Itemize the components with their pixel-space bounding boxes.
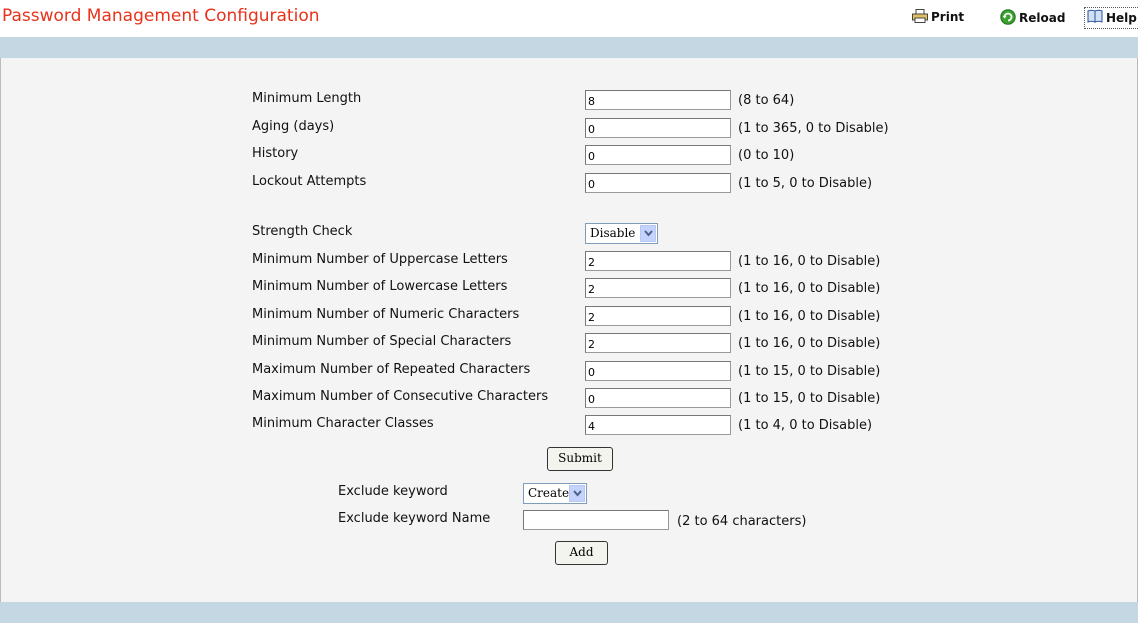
exclude-keyword-name-input[interactable]: [523, 510, 669, 530]
lowercase-hint: (1 to 16, 0 to Disable): [738, 281, 881, 296]
history-label: History: [252, 146, 299, 161]
minimum-length-hint: (8 to 64): [738, 93, 795, 108]
aging-input[interactable]: 0: [585, 118, 731, 138]
book-icon: [1087, 9, 1103, 29]
minimum-length-label: Minimum Length: [252, 91, 362, 106]
form-area: Minimum Length 8 (8 to 64) Aging (days) …: [0, 58, 1138, 602]
aging-label: Aging (days): [252, 119, 335, 134]
exclude-keyword-value: Create: [528, 486, 570, 500]
strength-check-value: Disable: [590, 226, 636, 240]
consecutive-hint: (1 to 15, 0 to Disable): [738, 391, 881, 406]
uppercase-hint: (1 to 16, 0 to Disable): [738, 254, 881, 269]
reload-label: Reload: [1019, 11, 1066, 25]
chevron-down-icon: [640, 225, 656, 242]
print-button[interactable]: Print: [912, 9, 964, 29]
lockout-attempts-label: Lockout Attempts: [252, 174, 367, 189]
character-classes-label: Minimum Character Classes: [252, 416, 434, 431]
uppercase-input[interactable]: 2: [585, 251, 731, 271]
special-label: Minimum Number of Special Characters: [252, 334, 512, 349]
header-bar: Password Management Configuration Print …: [0, 0, 1138, 37]
repeated-input[interactable]: 0: [585, 361, 731, 381]
submit-button[interactable]: Submit: [547, 447, 613, 471]
numeric-label: Minimum Number of Numeric Characters: [252, 307, 520, 322]
lockout-attempts-input[interactable]: 0: [585, 173, 731, 193]
help-label: Help: [1106, 11, 1137, 25]
printer-icon: [912, 9, 928, 26]
reload-button[interactable]: Reload: [1000, 9, 1065, 29]
exclude-keyword-name-hint: (2 to 64 characters): [677, 514, 807, 529]
consecutive-input[interactable]: 0: [585, 388, 731, 408]
uppercase-label: Minimum Number of Uppercase Letters: [252, 252, 508, 267]
numeric-hint: (1 to 16, 0 to Disable): [738, 309, 881, 324]
special-hint: (1 to 16, 0 to Disable): [738, 336, 881, 351]
page-title: Password Management Configuration: [2, 6, 320, 26]
help-button[interactable]: Help: [1084, 7, 1138, 29]
exclude-keyword-select[interactable]: Create: [523, 483, 587, 504]
lowercase-label: Minimum Number of Lowercase Letters: [252, 279, 508, 294]
special-input[interactable]: 2: [585, 333, 731, 353]
consecutive-label: Maximum Number of Consecutive Characters: [252, 389, 549, 404]
repeated-hint: (1 to 15, 0 to Disable): [738, 364, 881, 379]
character-classes-input[interactable]: 4: [585, 415, 731, 435]
exclude-keyword-label: Exclude keyword: [338, 484, 448, 499]
lockout-attempts-hint: (1 to 5, 0 to Disable): [738, 176, 873, 191]
add-button[interactable]: Add: [555, 541, 608, 565]
strength-check-select[interactable]: Disable: [585, 223, 658, 244]
bottom-divider-bar: [0, 602, 1138, 623]
character-classes-hint: (1 to 4, 0 to Disable): [738, 418, 873, 433]
top-divider-bar: [0, 37, 1138, 58]
repeated-label: Maximum Number of Repeated Characters: [252, 362, 531, 377]
history-input[interactable]: 0: [585, 145, 731, 165]
aging-hint: (1 to 365, 0 to Disable): [738, 121, 889, 136]
history-hint: (0 to 10): [738, 148, 795, 163]
reload-icon: [1000, 9, 1016, 28]
print-label: Print: [931, 10, 965, 24]
numeric-input[interactable]: 2: [585, 306, 731, 326]
lowercase-input[interactable]: 2: [585, 278, 731, 298]
chevron-down-icon: [569, 485, 585, 502]
minimum-length-input[interactable]: 8: [585, 90, 731, 110]
strength-check-label: Strength Check: [252, 224, 353, 239]
exclude-keyword-name-label: Exclude keyword Name: [338, 511, 491, 526]
